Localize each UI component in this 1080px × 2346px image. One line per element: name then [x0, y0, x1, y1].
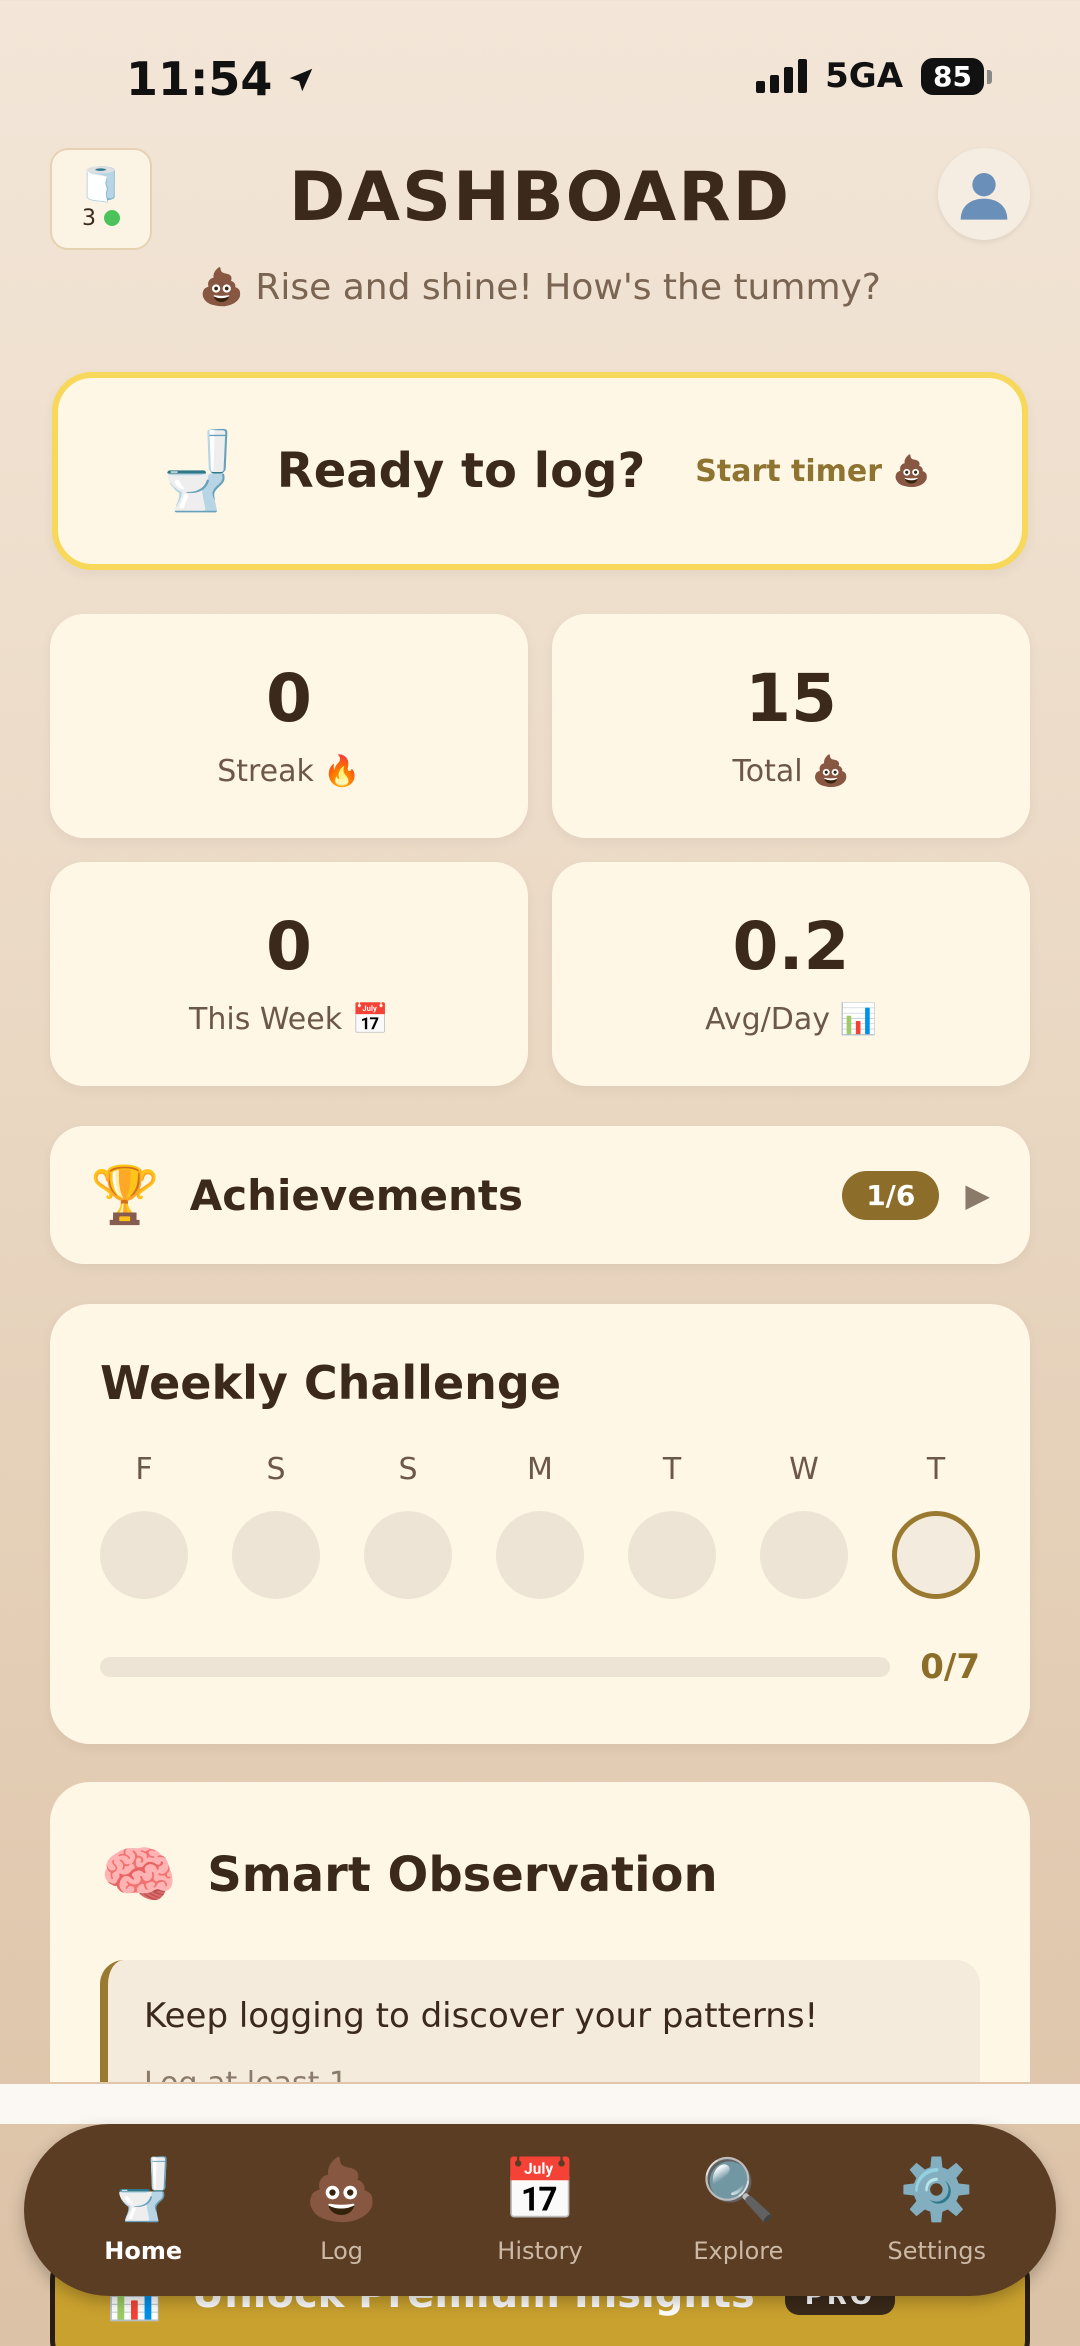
status-right: 5GA 85: [756, 56, 992, 96]
day-item: F: [100, 1452, 188, 1599]
stat-label: Total 💩: [732, 753, 850, 789]
day-label: F: [135, 1452, 153, 1487]
stat-this-week: 0 This Week 📅: [50, 862, 528, 1086]
tab-log[interactable]: 💩 Log: [252, 2155, 432, 2265]
achievements-title: Achievements: [189, 1170, 524, 1220]
day-circle: [100, 1511, 188, 1599]
magnifier-icon: 🔍: [701, 2155, 776, 2225]
stat-value: 0: [266, 908, 312, 986]
smart-observation-card: 🧠 Smart Observation Keep logging to disc…: [50, 1782, 1030, 2082]
stat-label: Avg/Day 📊: [705, 1001, 877, 1037]
stat-label: This Week 📅: [189, 1001, 389, 1037]
tab-explore[interactable]: 🔍 Explore: [648, 2155, 828, 2265]
stat-value: 15: [745, 660, 837, 738]
achievements-row[interactable]: 🏆 Achievements 1/6 ▶: [50, 1126, 1030, 1264]
content-fade: [0, 2084, 1080, 2124]
tab-home[interactable]: 🚽 Home: [53, 2155, 233, 2265]
day-circle: [628, 1511, 716, 1599]
calendar-icon: 📅: [502, 2155, 578, 2225]
brain-icon: 🧠: [100, 1838, 178, 1911]
observation-message: Keep logging to discover your patterns!: [144, 1996, 819, 2036]
tab-label: History: [497, 2237, 583, 2265]
stat-label: Streak 🔥: [217, 753, 361, 789]
log-icon: 💩: [304, 2155, 379, 2225]
weekly-progress-text: 0/7: [920, 1647, 980, 1687]
day-circle: [496, 1511, 584, 1599]
day-item: M: [496, 1452, 584, 1599]
achievements-progress-badge: 1/6: [842, 1170, 940, 1220]
day-label: T: [662, 1452, 682, 1487]
ready-title: Ready to log?: [276, 443, 646, 499]
ready-to-log-card[interactable]: 🚽 Ready to log? Start timer 💩: [52, 372, 1028, 570]
battery-icon: 85: [921, 57, 992, 95]
page-title: DASHBOARD: [288, 158, 792, 237]
day-label: S: [266, 1452, 286, 1487]
profile-avatar-button[interactable]: [938, 148, 1030, 240]
smart-observation-title: Smart Observation: [207, 1847, 718, 1903]
day-circle: [364, 1511, 452, 1599]
home-icon: 🚽: [105, 2155, 181, 2225]
weekly-challenge-card: Weekly Challenge F S S M T W T 0/7: [50, 1304, 1030, 1744]
chevron-right-icon: ▶: [965, 1176, 990, 1214]
day-label: S: [398, 1452, 418, 1487]
day-circle: [232, 1511, 320, 1599]
toilet-icon: 🚽: [150, 426, 245, 515]
day-label: M: [527, 1452, 553, 1487]
stat-total: 15 Total 💩: [552, 614, 1030, 838]
weekday-row: F S S M T W T: [100, 1452, 980, 1599]
status-time: 11:54: [126, 52, 316, 106]
day-circle: [760, 1511, 848, 1599]
observation-sub: Log at least 1: [144, 2066, 944, 2082]
day-item-today: T: [892, 1452, 980, 1599]
tab-label: Settings: [887, 2237, 986, 2265]
trophy-icon: 🏆: [90, 1163, 160, 1228]
observation-box: Keep logging to discover your patterns! …: [100, 1960, 980, 2082]
day-circle-today: [892, 1511, 980, 1599]
day-item: T: [628, 1452, 716, 1599]
day-item: S: [232, 1452, 320, 1599]
signal-icon: [756, 59, 808, 93]
weekly-challenge-title: Weekly Challenge: [100, 1356, 562, 1410]
stat-value: 0: [266, 660, 312, 738]
day-item: W: [760, 1452, 848, 1599]
start-timer-button[interactable]: Start timer 💩: [695, 454, 930, 489]
weekly-progress-bar: [100, 1657, 891, 1677]
bottom-tab-bar: 🚽 Home 💩 Log 📅 History 🔍 Explore ⚙️ Sett…: [24, 2124, 1056, 2296]
location-arrow-icon: [286, 52, 316, 106]
time-text: 11:54: [126, 52, 273, 106]
tab-settings[interactable]: ⚙️ Settings: [847, 2155, 1027, 2265]
stat-avg-day: 0.2 Avg/Day 📊: [552, 862, 1030, 1086]
network-label: 5GA: [825, 56, 904, 96]
day-label: W: [789, 1452, 819, 1487]
tab-history[interactable]: 📅 History: [450, 2155, 630, 2265]
user-icon: [960, 173, 1008, 220]
tab-label: Explore: [693, 2237, 784, 2265]
tab-label: Home: [104, 2237, 183, 2265]
day-item: S: [364, 1452, 452, 1599]
tab-label: Log: [320, 2237, 364, 2265]
stat-streak: 0 Streak 🔥: [50, 614, 528, 838]
stat-value: 0.2: [732, 908, 850, 986]
day-label: T: [926, 1452, 946, 1487]
greeting-subtitle: 💩 Rise and shine! How's the tummy?: [199, 267, 881, 308]
gear-icon: ⚙️: [899, 2155, 975, 2225]
